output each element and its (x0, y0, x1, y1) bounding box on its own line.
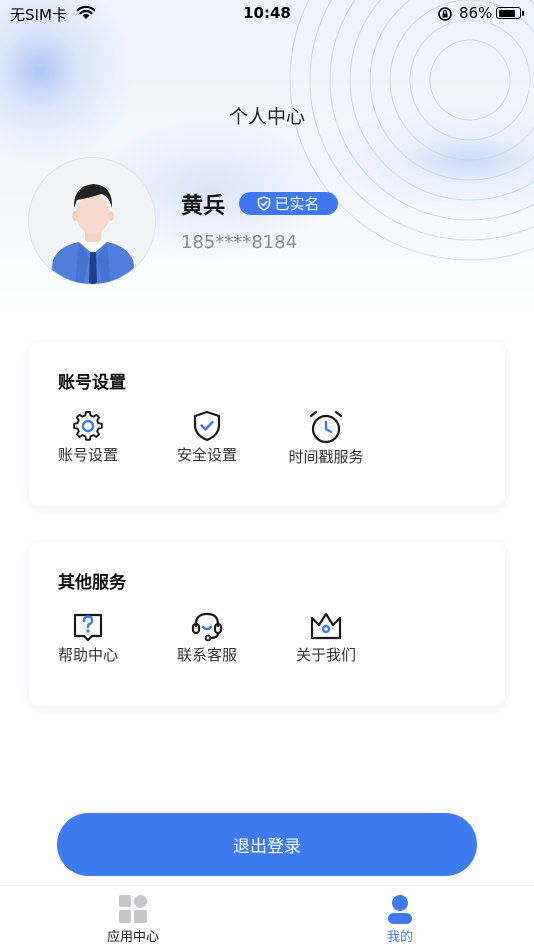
rotation-lock-icon (438, 7, 452, 21)
help-question-icon (73, 613, 103, 642)
timestamp-service-item[interactable]: 时间戳服务 (271, 410, 381, 467)
account-settings-item[interactable]: 账号设置 (33, 410, 143, 465)
status-bar: 无SIM卡 10:48 86% (0, 0, 534, 28)
user-name: 黄兵 (181, 194, 226, 219)
shield-check-icon (193, 410, 221, 442)
battery-cap (522, 11, 524, 16)
timestamp-service-label: 时间戳服务 (288, 448, 364, 466)
phone-number: 185****8184 (181, 232, 298, 253)
other-section-title: 其他服务 (58, 573, 126, 593)
tab-app-center-label: 应用中心 (106, 930, 159, 945)
contact-support-item[interactable]: 联系客服 (152, 610, 262, 665)
bottom-tab-bar: 应用中心 我的 (0, 885, 534, 951)
apps-grid-icon (119, 895, 147, 923)
avatar[interactable] (28, 157, 156, 285)
page-title: 个人中心 (228, 106, 305, 128)
account-section-title: 账号设置 (58, 373, 126, 393)
avatar-person-icon (49, 184, 137, 284)
status-time: 10:48 (243, 4, 291, 22)
crown-icon (310, 612, 342, 640)
battery-fill (498, 9, 515, 17)
logout-button[interactable]: 退出登录 (57, 813, 477, 876)
shield-check-icon (258, 196, 271, 211)
alarm-clock-icon (309, 410, 343, 444)
other-services-card: 其他服务 帮助中心 联系客服 关于我们 (29, 542, 505, 706)
battery-icon (496, 7, 521, 19)
user-icon (388, 895, 412, 924)
tab-mine[interactable]: 我的 (340, 894, 460, 945)
security-settings-item[interactable]: 安全设置 (152, 410, 262, 465)
gear-icon (73, 411, 103, 441)
battery-percent: 86% (459, 4, 493, 22)
tab-mine-label: 我的 (386, 930, 413, 945)
help-center-item[interactable]: 帮助中心 (33, 610, 143, 665)
security-settings-label: 安全设置 (176, 446, 237, 464)
contact-support-label: 联系客服 (176, 646, 237, 664)
verified-badge-label: 已实名 (274, 195, 320, 213)
about-us-item[interactable]: 关于我们 (271, 610, 381, 665)
verified-badge: 已实名 (239, 192, 338, 215)
help-center-label: 帮助中心 (57, 646, 118, 664)
headset-icon (191, 612, 223, 642)
account-settings-label: 账号设置 (57, 446, 118, 464)
about-us-label: 关于我们 (295, 646, 356, 664)
account-settings-card: 账号设置 账号设置 安全设置 时间戳服务 (29, 342, 505, 506)
tab-app-center[interactable]: 应用中心 (73, 894, 193, 945)
